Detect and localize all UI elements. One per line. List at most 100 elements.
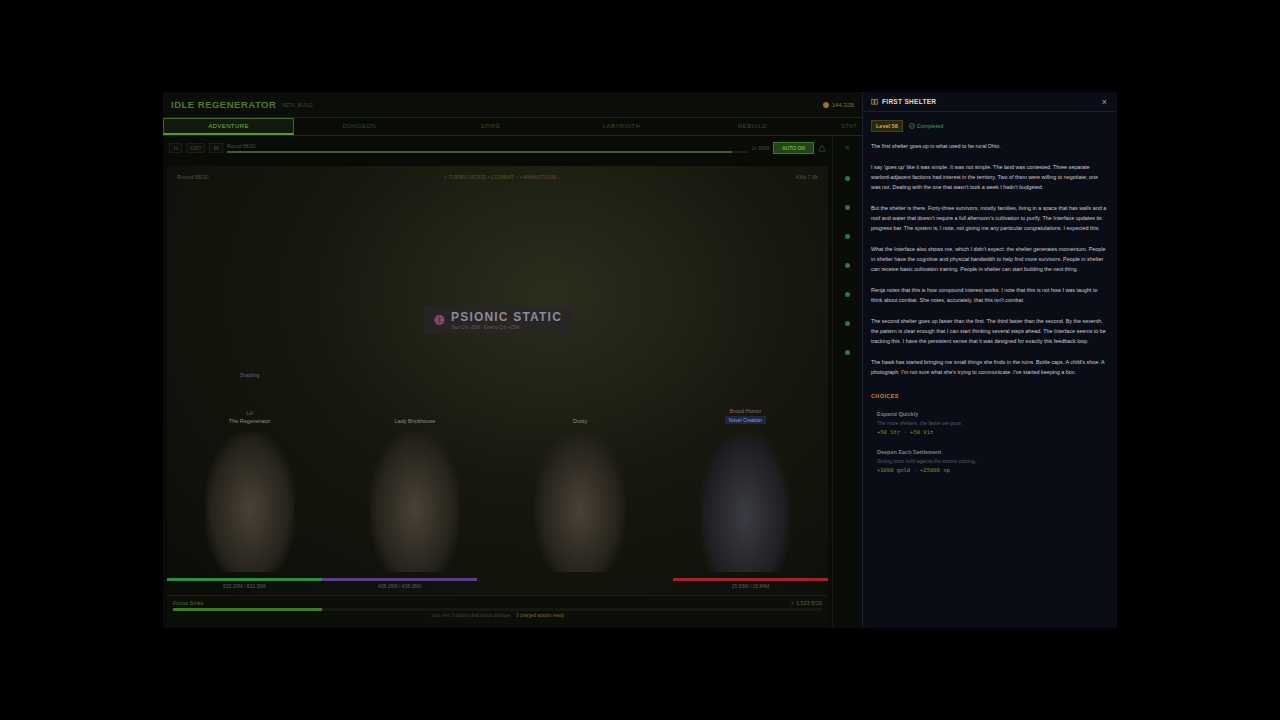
game-area: IDLE REGENERATOR BETA_BUILD 144.32B ADVENTU… — [163, 92, 862, 628]
fighter-sprite — [700, 432, 790, 572]
hp-spacer — [477, 578, 673, 589]
choice-description: The more shelters, the faster we grow. — [877, 420, 1101, 426]
mode-flags: ⚡ TURBO MODE • COMBAT ↑ • ANIMATIONS ↓ — [443, 174, 561, 180]
game-title: IDLE REGENERATOR — [171, 99, 276, 110]
hp-cell: 832.20M / 832.36M — [167, 578, 322, 589]
story-paragraph: The hawk has started bringing me small t… — [871, 357, 1107, 377]
fighter-name: Lady Brickhouse — [395, 418, 436, 424]
build-label: BETA_BUILD — [282, 102, 312, 108]
hp-bar — [322, 578, 477, 581]
round-progress: Round 58/10 — [227, 143, 748, 153]
tab[interactable]: DUNGEON — [294, 118, 425, 135]
screen: IDLE REGENERATOR BETA_BUILD 144.32B ADVENTU… — [0, 0, 1280, 720]
fighter-name: Dusty — [573, 418, 587, 424]
story-paragraph: What the Interface also shows me, which … — [871, 244, 1107, 274]
hp-cell: 15.83M / 15.84M — [673, 578, 828, 589]
side-close-button[interactable]: ✕ — [845, 144, 851, 152]
skill-fill — [173, 608, 322, 611]
hp-fill — [167, 578, 322, 581]
chapter-dot[interactable] — [845, 234, 850, 239]
effect-title: PSIONIC STATIC — [451, 310, 562, 324]
hp-fill — [673, 578, 828, 581]
chapter-dot[interactable] — [845, 176, 850, 181]
close-button[interactable]: × — [1102, 97, 1107, 107]
tab[interactable]: SPIRE — [425, 118, 556, 135]
story-paragraph: But the shelter is there. Forty-three su… — [871, 203, 1107, 233]
chapter-dot[interactable] — [845, 292, 850, 297]
round-chip[interactable]: 1x — [169, 143, 182, 153]
gold-counter: 144.32B — [823, 102, 854, 108]
choice-title: Expand Quickly — [877, 411, 1101, 417]
fighter[interactable]: Dusty — [498, 418, 663, 572]
hp-bar — [673, 578, 828, 581]
auto-button[interactable]: AUTO ON — [773, 142, 814, 154]
round-chip[interactable]: 5187 — [186, 143, 205, 153]
effect-text: PSIONIC STATICYour Crit -20% · Enemy Cri… — [451, 310, 562, 330]
fighter[interactable]: Lady Brickhouse — [332, 418, 497, 572]
hp-cell: 438.36M / 438.36M — [322, 578, 477, 589]
hp-bar — [167, 578, 322, 581]
charged-label: 3 charged attacks ready — [516, 613, 564, 618]
fighter[interactable]: SnaplingLvlThe Regenerator — [167, 372, 332, 572]
scene-info: Round 58/10⚡ TURBO MODE • COMBAT ↑ • ANI… — [167, 166, 828, 180]
fighter-sprite — [205, 432, 295, 572]
tab[interactable]: STAT — [818, 118, 862, 135]
choice[interactable]: Deepen Each Settlement Strong roots hold … — [871, 449, 1107, 473]
header: IDLE REGENERATOR BETA_BUILD 144.32B — [163, 92, 862, 118]
kill-count: Kills 7.6k — [796, 174, 818, 180]
choice[interactable]: Expand Quickly The more shelters, the fas… — [871, 411, 1107, 435]
meta-row: Level 58Completed — [871, 120, 1107, 132]
choices-label: CHOICES — [871, 393, 1107, 399]
round-bar: 1x 5187 88 Round 58/10 1x 9999AUTO ON — [167, 136, 828, 160]
chapter-dot[interactable] — [845, 321, 850, 326]
hp-reading: 15.83M / 15.84M — [673, 583, 828, 589]
round-chip[interactable]: 88 — [209, 143, 223, 153]
choice-reward: +50 Str · +50 Vit — [877, 429, 1101, 435]
game-window: IDLE REGENERATOR BETA_BUILD 144.32B ADVENTU… — [163, 92, 1117, 628]
choice-reward: +1000 gold · +25000 xp — [877, 467, 1101, 473]
choice-title: Deepen Each Settlement — [877, 449, 1101, 455]
panel-title: FIRST SHELTER — [882, 98, 936, 105]
hp-reading: 438.36M / 438.36M — [322, 583, 477, 589]
round-track — [227, 151, 748, 153]
fighter-name: Brood Horror — [729, 408, 761, 414]
tab[interactable]: ADVENTURE — [163, 118, 294, 135]
panel-body: Level 58Completed The first shelter goes … — [863, 112, 1117, 495]
level-label: Lvl — [246, 410, 252, 416]
chapter-dot[interactable] — [845, 205, 850, 210]
tab[interactable]: LABYRINTH — [556, 118, 687, 135]
fighter-tag: Novel Creation — [725, 416, 766, 424]
story-paragraph: The second shelter goes up faster than t… — [871, 316, 1107, 346]
fighter[interactable]: Brood Horror Novel Creation — [663, 408, 828, 572]
effect-banner: PSIONIC STATICYour Crit -20% · Enemy Cri… — [423, 306, 572, 334]
speed-label: 1x 9999 — [752, 145, 770, 151]
level-badge: Level 58 — [871, 120, 903, 132]
round-label: Round 58/10 — [227, 143, 748, 149]
fighter-row: SnaplingLvlThe RegeneratorLady Brickhous… — [167, 180, 828, 578]
check-circle-icon — [909, 123, 915, 129]
story-paragraph: The first shelter goes up in what used t… — [871, 141, 1107, 151]
panel-header: FIRST SHELTER × — [863, 92, 1117, 112]
story-paragraph: I say 'goes up' like it was simple. It w… — [871, 162, 1107, 192]
choice-description: Strong roots hold against the storms com… — [877, 458, 1101, 464]
battle-column: 1x 5187 88 Round 58/10 1x 9999AUTO ON Round 5… — [163, 136, 832, 628]
round-fill — [227, 151, 732, 153]
side-strip: ✕ — [832, 136, 862, 628]
fighter-sprite — [370, 432, 460, 572]
skill-hint: Your next 3 attacks deal bonus damage3 c… — [173, 613, 822, 618]
coin-icon — [823, 102, 829, 108]
fighter-name: The Regenerator — [229, 418, 271, 424]
skill-track — [173, 608, 822, 611]
fighter-sprite — [535, 432, 625, 572]
skill-name: Focus Strike — [173, 600, 204, 606]
skill-bar: Focus Strike⚡ 1,523 5/20 Your next 3 atta… — [167, 595, 828, 628]
chapter-dot[interactable] — [845, 350, 850, 355]
effect-detail: Your Crit -20% · Enemy Crit +15% — [451, 325, 562, 330]
hp-row: 832.20M / 832.36M438.36M / 438.36M 15.83M… — [167, 578, 828, 595]
battle-scene: Round 58/10⚡ TURBO MODE • COMBAT ↑ • ANI… — [167, 166, 828, 595]
chapter-dot[interactable] — [845, 263, 850, 268]
tab[interactable]: REBUILD — [687, 118, 818, 135]
skill-header: Focus Strike⚡ 1,523 5/20 — [173, 600, 822, 606]
tab-bar: ADVENTUREDUNGEONSPIRELABYRINTHREBUILDSTA… — [163, 118, 862, 136]
alert-icon[interactable] — [818, 144, 826, 152]
